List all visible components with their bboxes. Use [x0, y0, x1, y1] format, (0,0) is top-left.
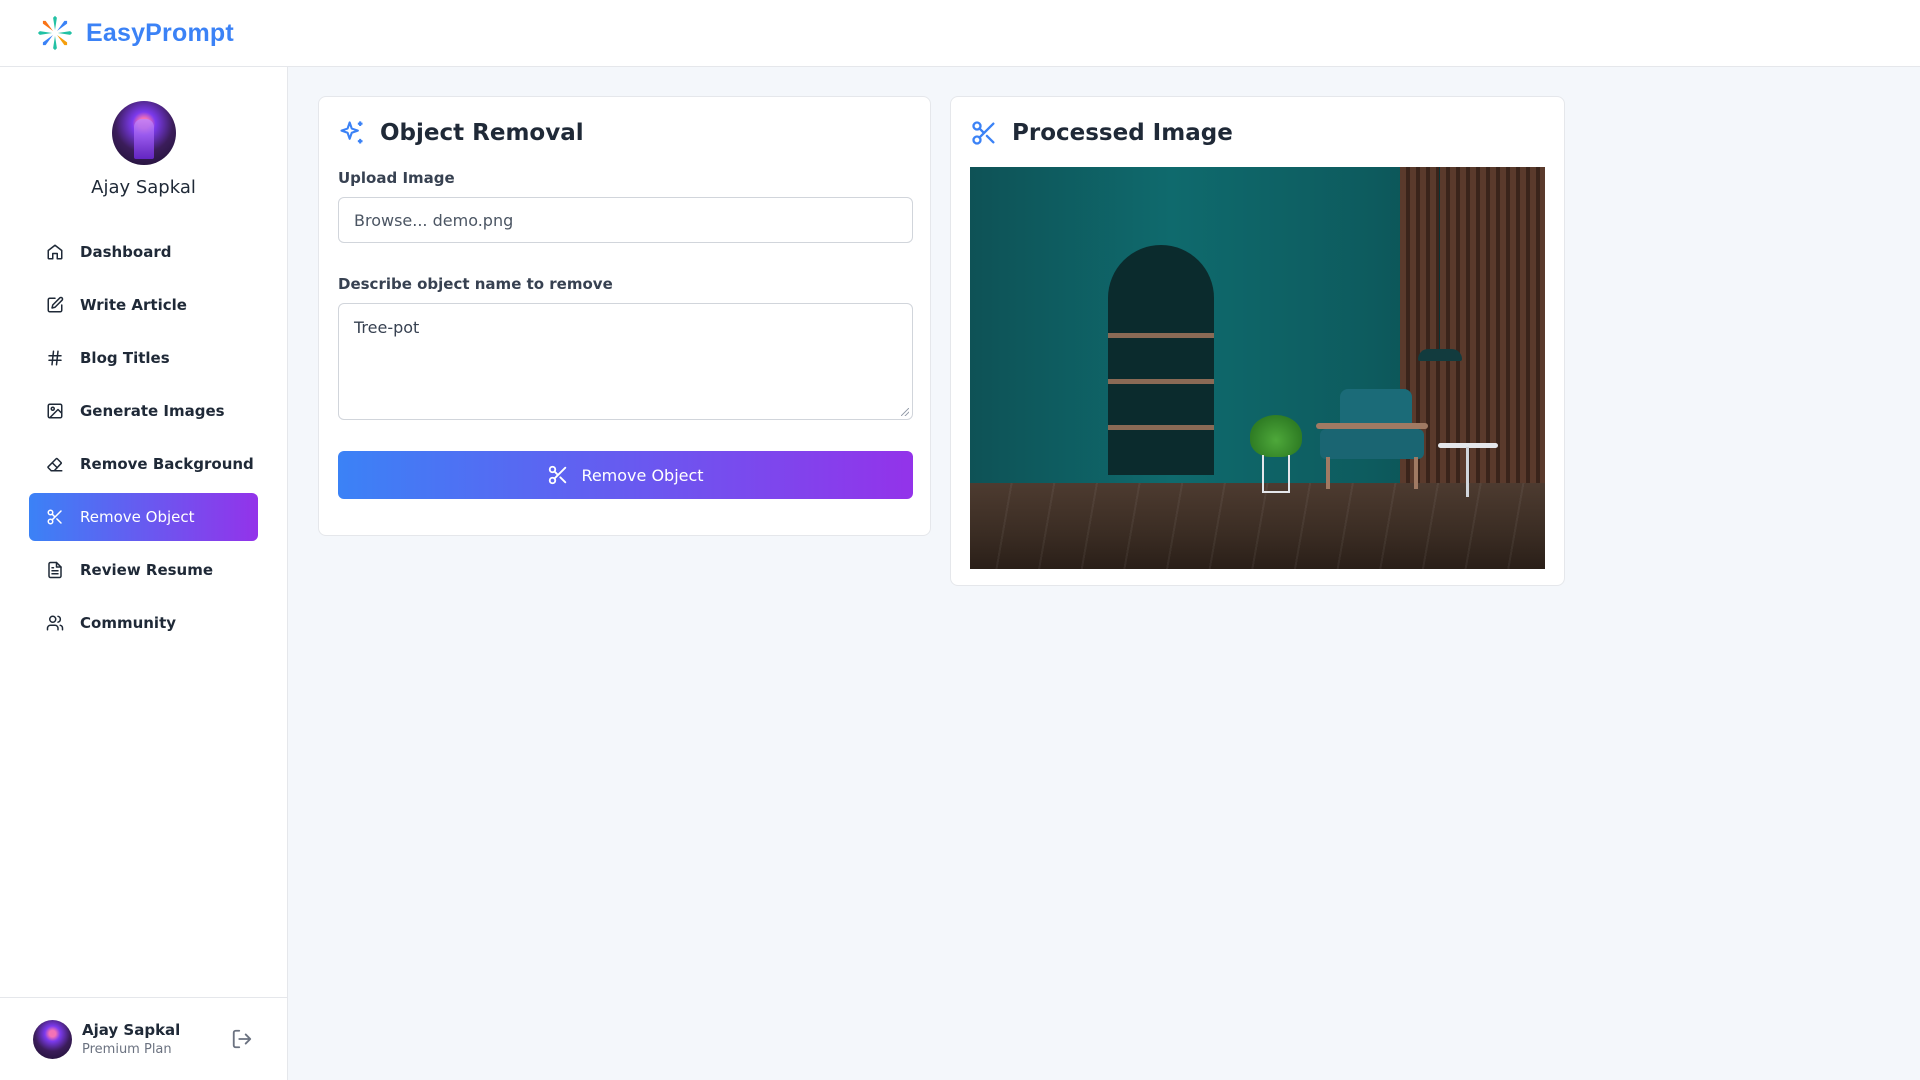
user-name: Ajay Sapkal	[82, 1021, 181, 1039]
object-removal-card: Object Removal Upload Image Browse... de…	[318, 96, 931, 536]
logout-icon[interactable]	[231, 1028, 253, 1050]
users-icon	[45, 613, 65, 633]
file-input[interactable]: Browse... demo.png	[338, 197, 913, 243]
sidebar-item-remove-object[interactable]: Remove Object	[29, 493, 258, 541]
card-header: Processed Image	[970, 117, 1545, 149]
profile: Ajay Sapkal	[0, 67, 287, 198]
user-plan: Premium Plan	[82, 1042, 172, 1057]
top-bar: EasyPrompt	[0, 0, 1920, 67]
card-header: Object Removal	[338, 117, 911, 149]
scissors-icon	[972, 121, 995, 145]
avatar	[111, 101, 176, 165]
describe-label: Describe object name to remove	[338, 275, 613, 293]
sidebar-item-label: Write Article	[80, 296, 187, 314]
hash-icon	[45, 348, 65, 368]
processed-image	[970, 167, 1545, 569]
sidebar-item-write-article[interactable]: Write Article	[29, 281, 258, 329]
sidebar-item-blog-titles[interactable]: Blog Titles	[29, 334, 258, 382]
file-text-icon	[45, 560, 65, 580]
sidebar-item-label: Blog Titles	[80, 349, 170, 367]
card-title: Processed Image	[1012, 120, 1233, 146]
sidebar-nav: Dashboard Write Article Blog Titles Gene…	[0, 228, 287, 647]
sidebar-item-label: Dashboard	[80, 243, 172, 261]
sidebar-item-community[interactable]: Community	[29, 599, 258, 647]
sidebar-item-generate-images[interactable]: Generate Images	[29, 387, 258, 435]
object-description-textarea[interactable]: Tree-pot	[338, 303, 913, 420]
sidebar-item-label: Remove Object	[80, 508, 195, 526]
sidebar-item-label: Remove Background	[80, 455, 254, 473]
upload-label: Upload Image	[338, 169, 455, 187]
edit-icon	[45, 295, 65, 315]
user-info: Ajay Sapkal Premium Plan	[82, 1021, 180, 1057]
sidebar-item-dashboard[interactable]: Dashboard	[29, 228, 258, 276]
image-icon	[45, 401, 65, 421]
remove-object-button-label: Remove Object	[581, 465, 704, 485]
remove-object-button[interactable]: Remove Object	[338, 451, 913, 499]
sidebar: Ajay Sapkal Dashboard Write Article Blog…	[0, 67, 288, 1080]
processed-image-card: Processed Image	[950, 96, 1565, 586]
sidebar-item-remove-background[interactable]: Remove Background	[29, 440, 258, 488]
home-icon	[45, 242, 65, 262]
avatar[interactable]	[33, 1019, 72, 1059]
sidebar-item-review-resume[interactable]: Review Resume	[29, 546, 258, 594]
brand-name[interactable]: EasyPrompt	[86, 19, 234, 48]
sidebar-item-label: Review Resume	[80, 561, 214, 579]
logo-icon[interactable]	[36, 14, 74, 52]
card-title: Object Removal	[380, 120, 584, 146]
profile-name: Ajay Sapkal	[91, 177, 196, 198]
scissors-icon	[549, 465, 567, 485]
scissors-icon	[45, 507, 65, 527]
sidebar-item-label: Generate Images	[80, 402, 225, 420]
sidebar-item-label: Community	[80, 614, 177, 632]
sparkles-icon	[340, 121, 363, 144]
eraser-icon	[45, 454, 65, 474]
sidebar-footer: Ajay Sapkal Premium Plan	[0, 997, 287, 1080]
